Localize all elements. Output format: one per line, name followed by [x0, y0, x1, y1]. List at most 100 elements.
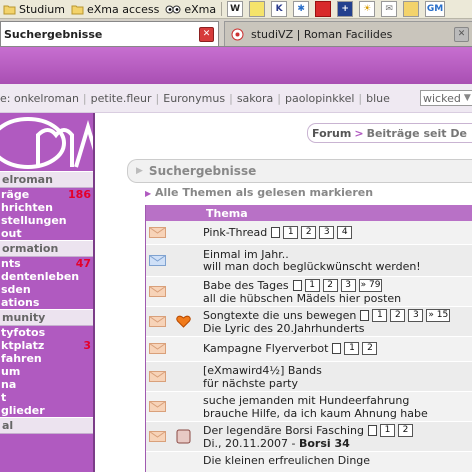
page-link[interactable]: 1	[372, 309, 388, 322]
thread-subtitle: will man doch beglückwünscht werden!	[203, 260, 421, 273]
page-icon	[332, 343, 342, 354]
online-user[interactable]: sakora	[237, 92, 273, 105]
thread-title[interactable]: Pink-Thread 1 2 3 4	[203, 226, 353, 239]
sidebar-item-einstellungen[interactable]: stellungen	[0, 214, 93, 227]
mark-all-read-link[interactable]: ▶ Alle Themen als gelesen markieren	[145, 186, 373, 199]
sidebar-item-partyfotos[interactable]: tyfotos	[0, 326, 93, 339]
sidebar-item-mitfahren[interactable]: fahren	[0, 352, 93, 365]
thread-title[interactable]: suche jemanden mit Hundeerfahrung	[203, 394, 409, 407]
page-link[interactable]: 2	[322, 279, 338, 292]
sidebar-item-marktplatz[interactable]: ktplatz 3	[0, 339, 93, 352]
online-user[interactable]: paolopinkkel	[285, 92, 354, 105]
table-row[interactable]: [eXmawird4½] Bands für nächste party	[146, 362, 472, 392]
table-row[interactable]: Babe des Tages 1 2 3 » 79 all die hübsch…	[146, 277, 472, 307]
sidebar-item-label: räge	[1, 188, 30, 201]
table-row[interactable]: Songtexte die uns bewegen 1 2 3 » 15 Die…	[146, 307, 472, 337]
bookmark-label: eXma access	[87, 2, 160, 16]
page-link[interactable]: 3	[340, 279, 356, 292]
sidebar-item-mitglieder[interactable]: glieder	[0, 404, 93, 417]
page-link[interactable]: 2	[397, 424, 413, 437]
mail-icon[interactable]: ✉	[381, 1, 398, 17]
table-row[interactable]: Die kleinen erfreulichen Dinge	[146, 452, 472, 472]
sidebar-item-nachrichten[interactable]: hrichten	[0, 201, 93, 214]
tab-suchergebnisse[interactable]: Suchergebnisse ✕	[0, 21, 219, 46]
gmail-icon[interactable]: GM	[425, 1, 446, 17]
thread-title[interactable]: Kampagne Flyerverbot 1 2	[203, 342, 378, 355]
sidebar-item-label: stellungen	[1, 214, 67, 227]
sun-icon[interactable]: ☀	[359, 1, 376, 17]
thread-subtitle: Di., 20.11.2007 - Borsi 34	[203, 437, 350, 450]
thread-title[interactable]: Babe des Tages 1 2 3 » 79	[203, 279, 383, 292]
page-link[interactable]: 3	[319, 226, 335, 239]
column-header-thema[interactable]: Thema	[206, 207, 248, 220]
thread-title[interactable]: [eXmawird4½] Bands	[203, 364, 322, 377]
section-title: Suchergebnisse	[148, 164, 257, 178]
page-link[interactable]: 2	[390, 309, 406, 322]
breadcrumb-forum-link[interactable]: Forum	[312, 127, 351, 140]
thread-subtitle: Die Lyric des 20.Jahrhunderts	[203, 322, 365, 335]
bookmark-studium[interactable]: Studium	[0, 0, 68, 18]
sidebar-item-logout[interactable]: out	[0, 227, 93, 240]
page-link[interactable]: 2	[362, 342, 378, 355]
bookmark-red-icon[interactable]	[315, 1, 332, 17]
page-link[interactable]: 1	[379, 424, 395, 437]
sidebar-item-mensa[interactable]: na	[0, 378, 93, 391]
table-row[interactable]: Kampagne Flyerverbot 1 2	[146, 337, 472, 362]
uk-flag-icon[interactable]: +	[337, 1, 354, 17]
thread-title[interactable]: Die kleinen erfreulichen Dinge	[203, 454, 370, 467]
folder-icon	[3, 5, 16, 14]
page-link[interactable]: 3	[408, 309, 424, 322]
bookmark-exma-access[interactable]: eXma access	[68, 0, 162, 18]
style-select[interactable]: wicked ▼	[420, 90, 472, 106]
table-row[interactable]: Der legendäre Borsi Fasching 1 2 Di., 20…	[146, 422, 472, 452]
online-users-bar: e: onkelroman | petite.fleur | Euronymus |…	[0, 84, 472, 113]
sidebar-item-chat[interactable]: t	[0, 391, 93, 404]
table-row[interactable]: Einmal im Jahr.. will man doch beglückwü…	[146, 245, 472, 277]
page-icon	[360, 310, 370, 321]
tab-title: Suchergebnisse	[4, 27, 103, 41]
bookmarks-toolbar: Studium eXma access eXma W K ✱ + ☀ ✉ GM	[0, 0, 472, 19]
bookmark-label: Studium	[19, 2, 65, 16]
sidebar-item-forum[interactable]: um	[0, 365, 93, 378]
online-user[interactable]: blue	[366, 92, 390, 105]
folder-icon[interactable]	[403, 1, 420, 17]
sidebar-item-beitraege[interactable]: räge 186	[0, 188, 93, 201]
sidebar-item-dresden[interactable]: sden	[0, 283, 93, 296]
page-link[interactable]: » 15	[426, 309, 451, 322]
page-icon	[367, 425, 377, 436]
table-row[interactable]: Pink-Thread 1 2 3 4	[146, 221, 472, 245]
online-user[interactable]: petite.fleur	[91, 92, 152, 105]
sidebar-item-studentenleben[interactable]: dentenleben	[0, 270, 93, 283]
wikipedia-icon[interactable]: W	[227, 1, 244, 17]
close-tab-icon[interactable]: ✕	[199, 26, 214, 42]
page-link[interactable]: » 79	[358, 279, 383, 292]
table-row[interactable]: suche jemanden mit Hundeerfahrung brauch…	[146, 392, 472, 422]
online-user[interactable]: Euronymus	[163, 92, 225, 105]
star-icon[interactable]: ✱	[293, 1, 310, 17]
page-link[interactable]: 2	[301, 226, 317, 239]
exma-logo-graphic	[0, 117, 93, 169]
studivz-favicon-icon	[231, 28, 244, 40]
envelope-icon	[149, 286, 166, 297]
thread-title[interactable]: Songtexte die uns bewegen 1 2 3 » 15	[203, 309, 451, 322]
unread-count: 47	[75, 257, 91, 270]
event-date: Di., 20.11.2007 -	[203, 437, 299, 450]
close-tab-icon[interactable]: ✕	[454, 26, 469, 42]
page-link[interactable]: 4	[337, 226, 353, 239]
page-link[interactable]: 1	[304, 279, 320, 292]
tab-studivz[interactable]: studiVZ | Roman Facilides ✕	[224, 21, 472, 46]
thread-subtitle: für nächste party	[203, 377, 298, 390]
thread-title[interactable]: Der legendäre Borsi Fasching 1 2	[203, 424, 413, 437]
sidebar-item-label: out	[1, 227, 22, 240]
sidebar-item-events[interactable]: nts 47	[0, 257, 93, 270]
thread-title-text: Kampagne Flyerverbot	[203, 342, 329, 355]
bookmark-yellow-icon[interactable]	[249, 1, 266, 17]
k-icon[interactable]: K	[271, 1, 288, 17]
exma-logo[interactable]	[0, 113, 93, 171]
sidebar-item-locations[interactable]: ations	[0, 296, 93, 309]
bookmark-label: eXma	[184, 2, 217, 16]
page-link[interactable]: 1	[283, 226, 299, 239]
tab-title: studiVZ | Roman Facilides	[251, 27, 393, 41]
bookmark-exma[interactable]: eXma	[162, 0, 219, 18]
page-link[interactable]: 1	[344, 342, 360, 355]
